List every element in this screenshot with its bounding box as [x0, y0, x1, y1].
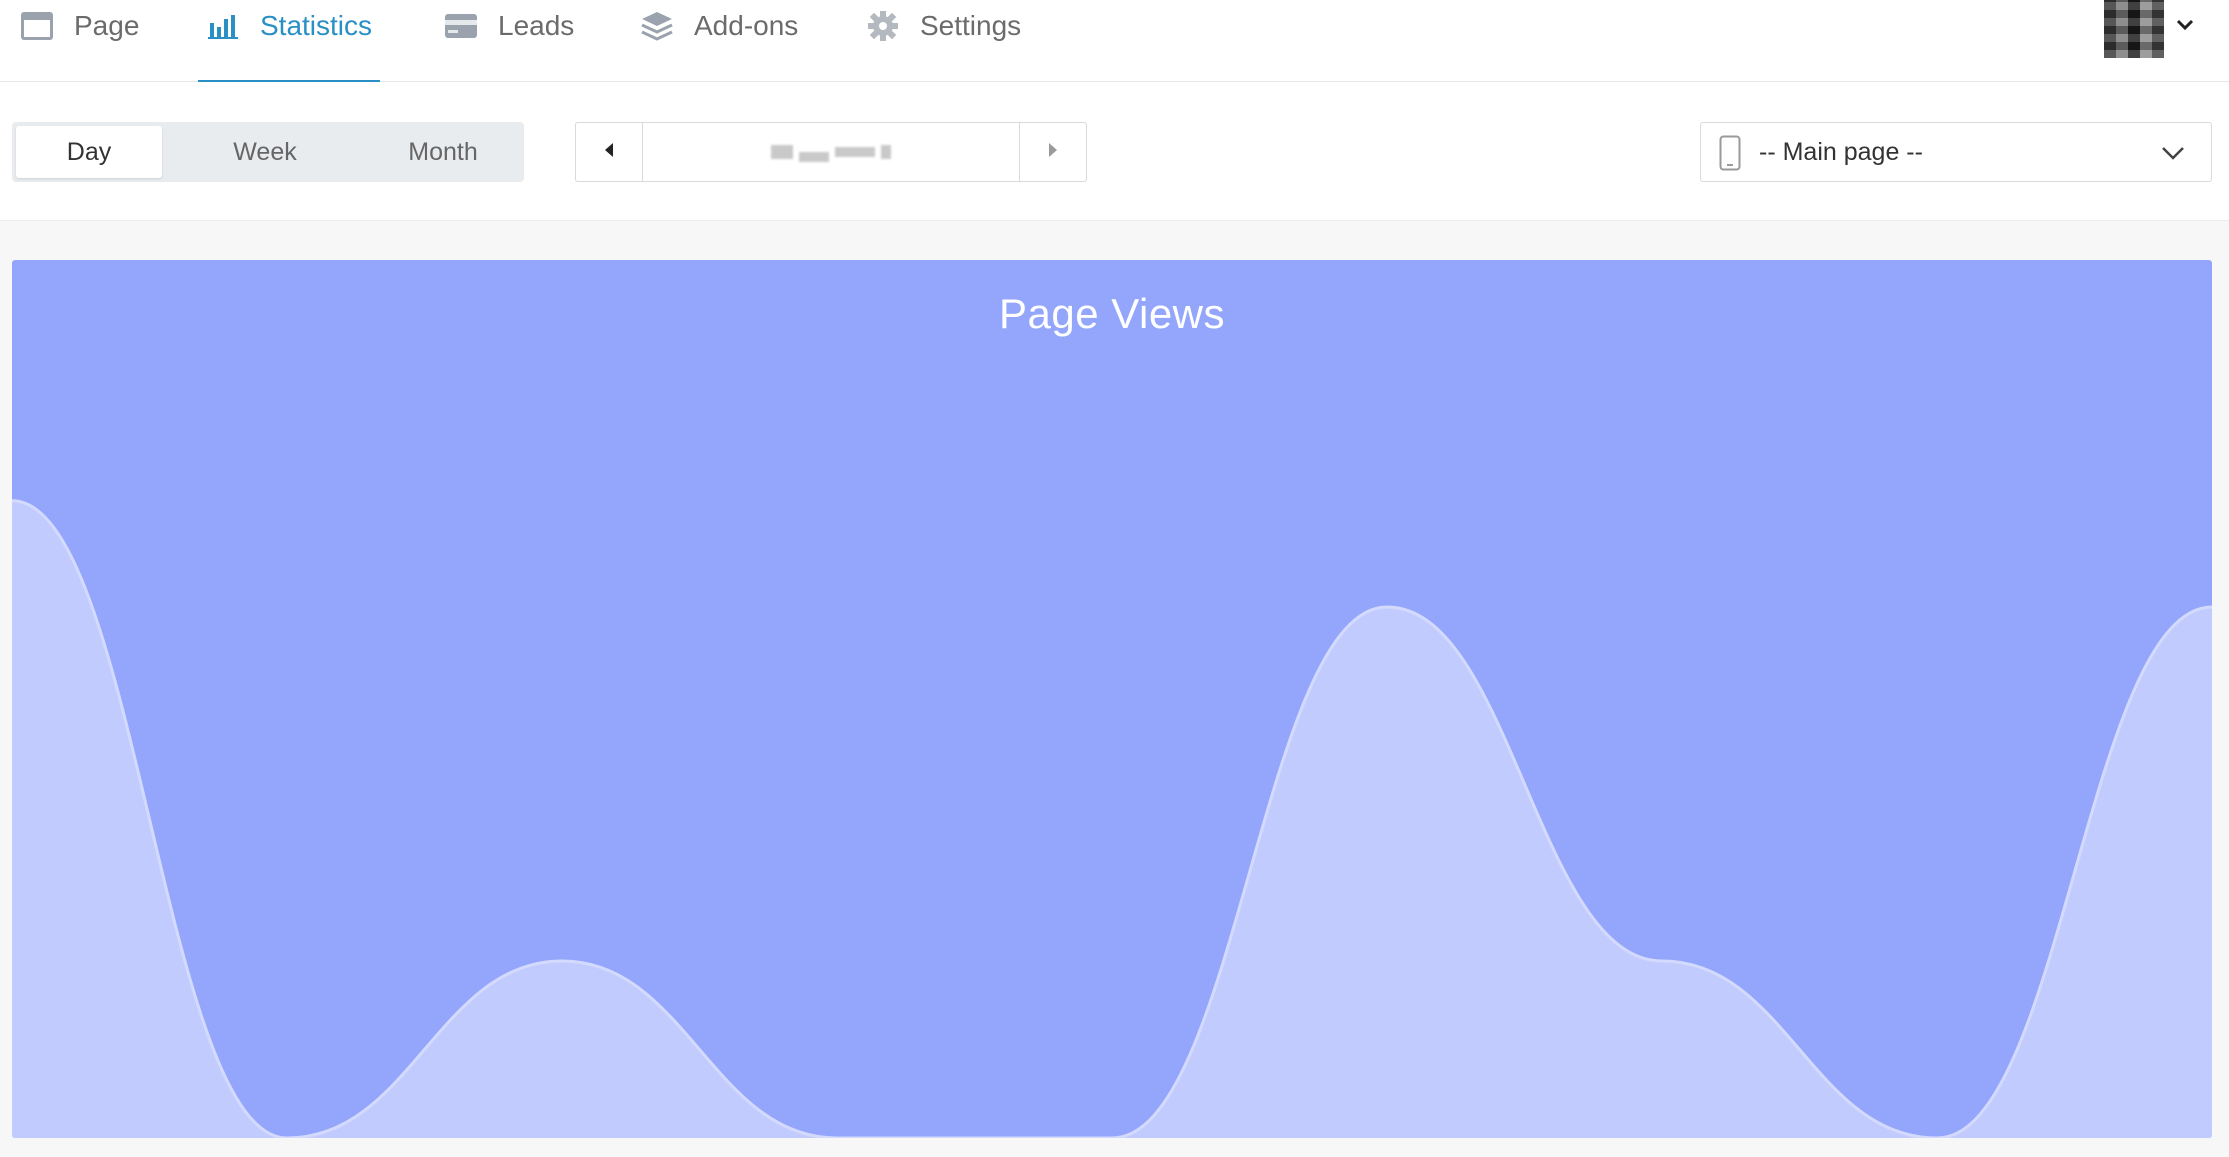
top-navigation: Page Statistics Leads Add-ons Settings	[0, 0, 2229, 83]
page-views-chart: Page Views	[12, 260, 2212, 1138]
nav-item-label: Settings	[920, 10, 1022, 41]
nav-item-label: Add-ons	[694, 10, 799, 41]
nav-item-addons[interactable]: Add-ons	[640, 0, 798, 82]
date-picker	[575, 122, 1087, 182]
caret-right-icon	[1046, 142, 1060, 163]
bar-chart-icon	[206, 9, 240, 43]
next-date-button[interactable]	[1019, 123, 1086, 181]
nav-item-settings[interactable]: Settings	[866, 0, 1021, 82]
nav-item-label: Statistics	[260, 10, 373, 41]
user-avatar[interactable]	[2104, 0, 2164, 58]
caret-left-icon	[602, 142, 616, 163]
series-line	[12, 499, 2212, 1138]
redacted-block	[881, 145, 891, 159]
nav-item-statistics[interactable]: Statistics	[198, 0, 381, 83]
date-value-redacted[interactable]	[643, 123, 1019, 181]
redacted-block	[835, 147, 875, 157]
chevron-down-icon	[2159, 141, 2187, 165]
toolbar: Day Week Month -- Main page --	[0, 82, 2229, 221]
redacted-block	[771, 145, 793, 159]
nav-item-page[interactable]: Page	[20, 0, 139, 82]
redacted-block	[799, 152, 829, 162]
range-segmented-control: Day Week Month	[12, 122, 524, 182]
range-day-button[interactable]: Day	[16, 126, 162, 178]
previous-date-button[interactable]	[576, 123, 643, 181]
page-select-dropdown[interactable]: -- Main page --	[1700, 122, 2212, 182]
nav-item-label: Leads	[498, 10, 575, 41]
nav-item-label: Page	[74, 10, 140, 41]
page-icon	[20, 9, 54, 43]
chevron-down-icon[interactable]	[2172, 12, 2198, 38]
range-month-button[interactable]: Month	[368, 126, 518, 178]
card-icon	[444, 9, 478, 43]
area-chart-svg	[12, 499, 2212, 1138]
area-fill	[12, 500, 2212, 1138]
phone-icon	[1719, 135, 1741, 171]
layers-icon	[640, 9, 674, 43]
gear-icon	[866, 9, 900, 43]
page-select-value: -- Main page --	[1759, 137, 1923, 166]
nav-item-leads[interactable]: Leads	[444, 0, 574, 82]
range-week-button[interactable]: Week	[192, 126, 338, 178]
chart-title: Page Views	[998, 290, 1226, 337]
